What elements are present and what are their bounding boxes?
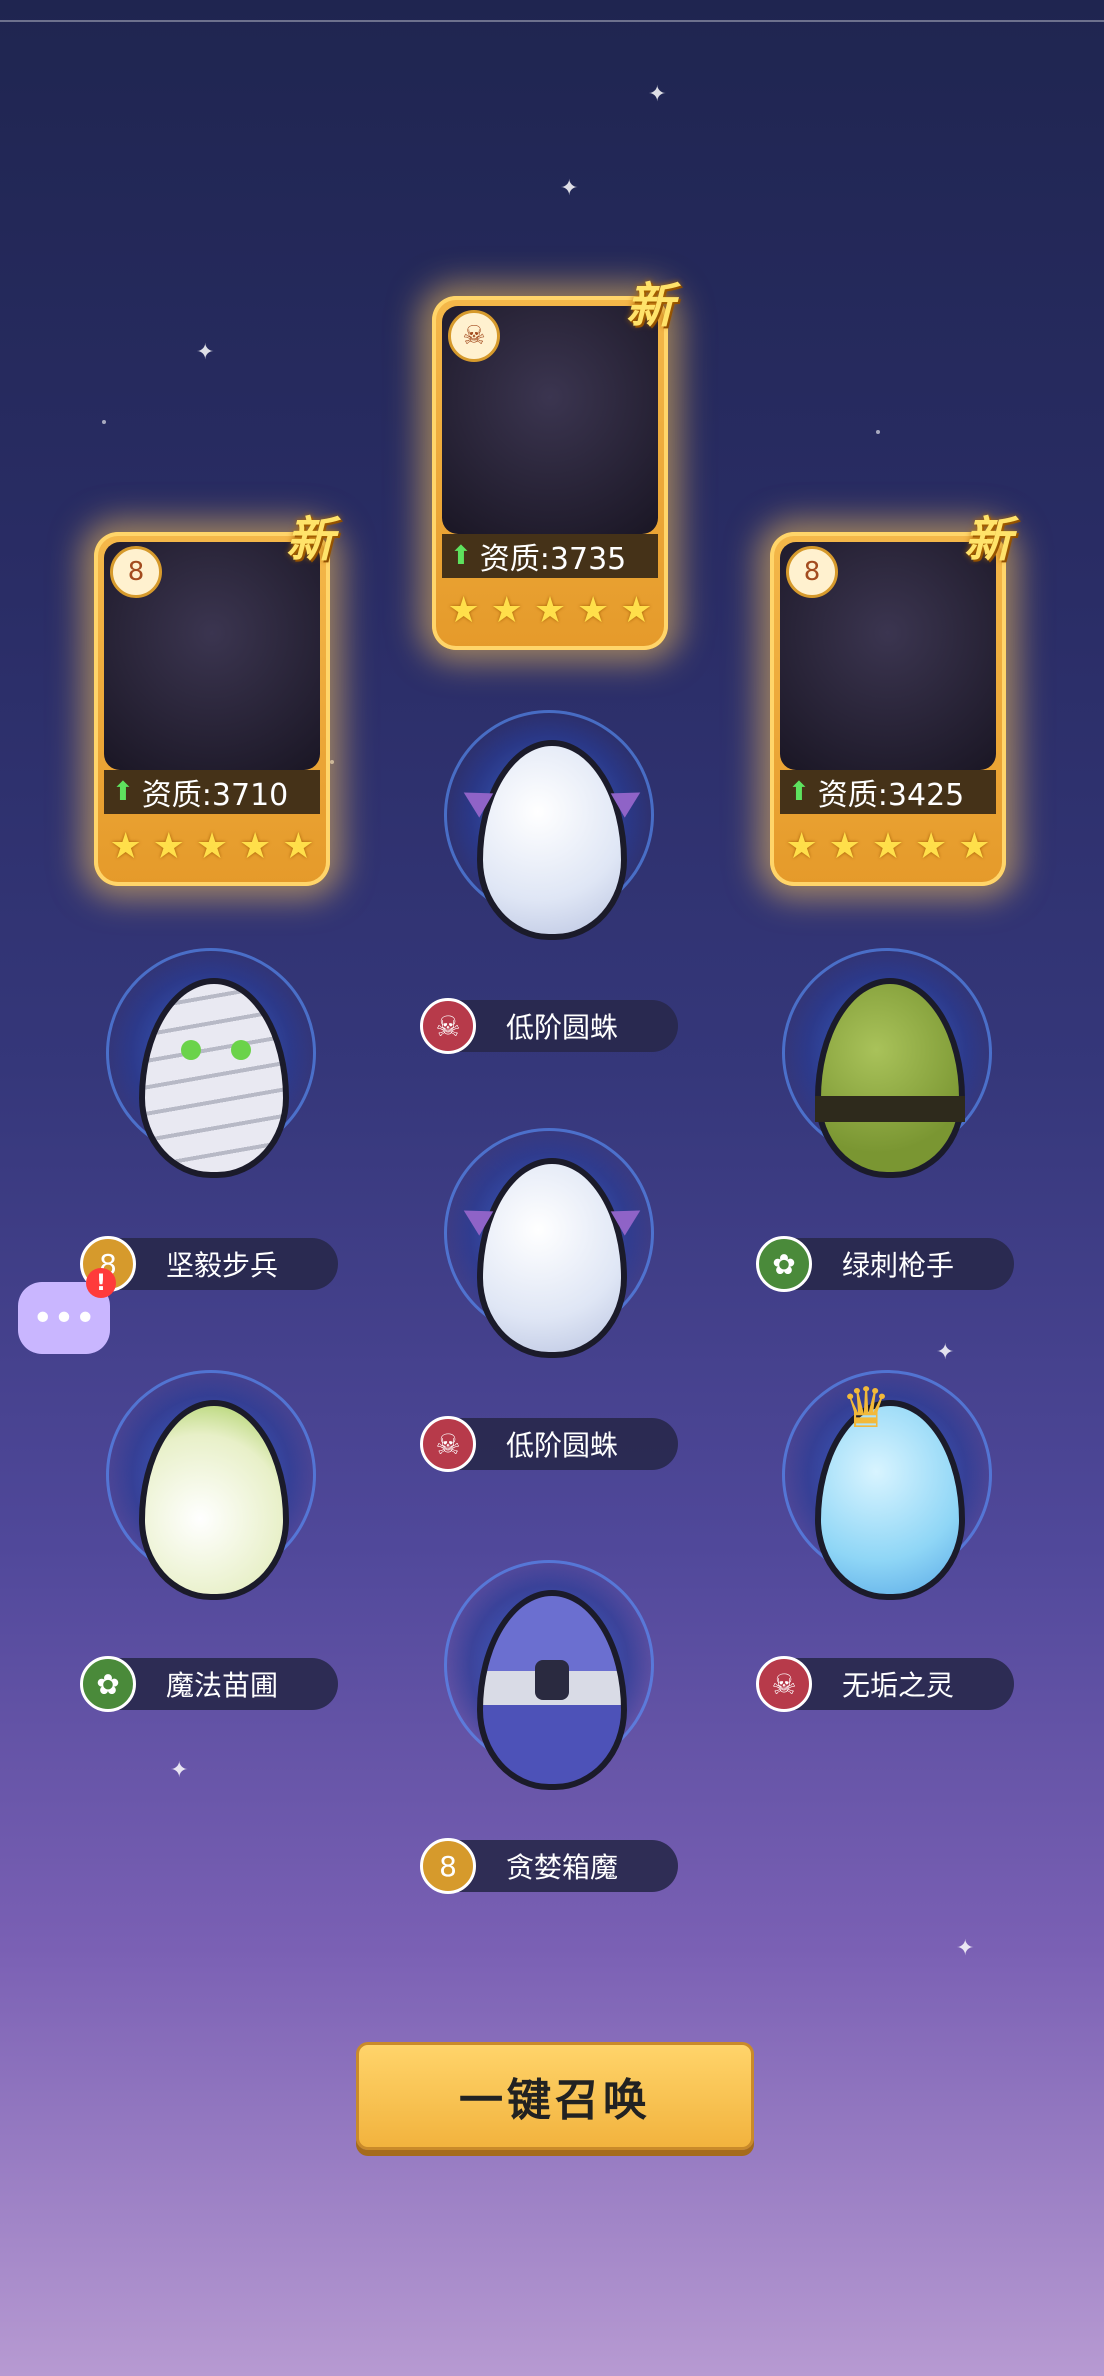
star-icon: ★ (915, 825, 948, 867)
egg-name: 无垢之灵 (842, 1669, 955, 1702)
star-icon: ★ (195, 825, 229, 867)
star-icon: ★ (533, 589, 567, 631)
star-icon: ★ (109, 825, 142, 867)
crown-icon: ♛ (841, 1376, 892, 1441)
quality-value: 资质:3710 (141, 778, 289, 813)
sparkle-dot (102, 420, 106, 424)
faction-badge-icon: ☠ (756, 1656, 812, 1712)
star-rating: ★ ★ ★ ★ ★ (104, 818, 320, 874)
faction-badge-icon: 8 (110, 546, 162, 598)
faction-badge-icon: ☠ (420, 1416, 476, 1472)
sparkle-dot (330, 760, 334, 764)
quality-row: ⬆ 资质:3735 (442, 534, 658, 578)
quality-value: 资质:3425 (817, 778, 965, 813)
hero-card[interactable]: ☠ ⬆ 资质:3735 ★ ★ ★ ★ ★ (432, 296, 668, 650)
quality-row: ⬆ 资质:3425 (780, 770, 996, 814)
sparkle-icon: ✦ (560, 176, 579, 201)
summon-all-button[interactable]: 一键召唤 (356, 2042, 754, 2150)
alert-icon: ! (86, 1268, 116, 1298)
star-rating: ★ ★ ★ ★ ★ (780, 818, 996, 874)
new-tag: 新 (964, 512, 1013, 568)
faction-badge-icon: ☠ (448, 310, 500, 362)
sparkle-icon: ✦ (196, 340, 215, 365)
ellipsis-icon: ••• (32, 1297, 96, 1339)
egg-name: 低阶圆蛛 (506, 1429, 619, 1462)
summon-egg[interactable] (84, 948, 344, 1208)
hero-card[interactable]: 8 ⬆ 资质:3710 ★ ★ ★ ★ ★ (94, 532, 330, 886)
egg-name: 贪婪箱魔 (506, 1851, 619, 1884)
summon-egg[interactable]: ♛ (760, 1370, 1020, 1630)
sparkle-icon: ✦ (170, 1758, 189, 1783)
star-icon: ★ (447, 589, 480, 631)
egg-name: 魔法苗圃 (166, 1669, 279, 1702)
up-arrow-icon: ⬆ (450, 541, 472, 571)
status-divider (0, 20, 1104, 22)
star-icon: ★ (239, 825, 272, 867)
star-rating: ★ ★ ★ ★ ★ (442, 582, 658, 638)
egg-name: 坚毅步兵 (166, 1249, 279, 1282)
summon-egg[interactable] (422, 1128, 682, 1388)
up-arrow-icon: ⬆ (788, 777, 810, 807)
faction-badge-icon: ☠ (420, 998, 476, 1054)
faction-badge-icon: ✿ (80, 1656, 136, 1712)
new-tag: 新 (626, 278, 675, 334)
summon-egg[interactable] (422, 1560, 682, 1820)
summon-egg[interactable] (422, 710, 682, 970)
egg-name: 低阶圆蛛 (506, 1011, 619, 1044)
eye-icon (181, 1040, 201, 1060)
faction-badge-icon: 8 (420, 1838, 476, 1894)
sparkle-dot (876, 430, 880, 434)
star-icon: ★ (958, 825, 991, 867)
summon-egg[interactable] (84, 1370, 344, 1630)
eye-icon (231, 1040, 251, 1060)
star-icon: ★ (490, 589, 523, 631)
summon-egg[interactable] (760, 948, 1020, 1208)
faction-badge-icon: 8 (786, 546, 838, 598)
star-icon: ★ (828, 825, 861, 867)
quality-value: 资质:3735 (479, 542, 627, 577)
star-icon: ★ (282, 825, 315, 867)
star-icon: ★ (577, 589, 610, 631)
star-icon: ★ (785, 825, 818, 867)
sparkle-icon: ✦ (936, 1340, 955, 1365)
quality-row: ⬆ 资质:3710 (104, 770, 320, 814)
sparkle-icon: ✦ (956, 1936, 975, 1961)
new-tag: 新 (286, 512, 335, 568)
faction-badge-icon: ✿ (756, 1236, 812, 1292)
belt-icon (815, 1096, 965, 1122)
egg-name: 绿刺枪手 (842, 1249, 955, 1282)
lock-icon (535, 1660, 569, 1700)
sparkle-icon: ✦ (648, 82, 667, 107)
hero-card[interactable]: 8 ⬆ 资质:3425 ★ ★ ★ ★ ★ (770, 532, 1006, 886)
star-icon: ★ (152, 825, 185, 867)
star-icon: ★ (871, 825, 905, 867)
chat-bubble-button[interactable]: ••• ! (18, 1268, 116, 1354)
up-arrow-icon: ⬆ (112, 777, 134, 807)
star-icon: ★ (620, 589, 653, 631)
